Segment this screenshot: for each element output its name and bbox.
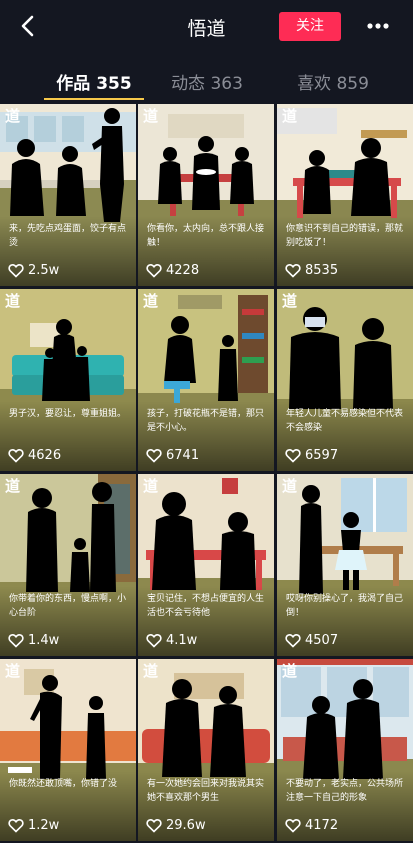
like-count: 4626	[8, 446, 61, 464]
video-thumbnail[interactable]: 道 宝贝记住，不想占便宜的人生活也不会亏待他 4.1w	[138, 474, 274, 656]
like-count-value: 6741	[166, 447, 200, 463]
heart-icon	[285, 633, 301, 648]
like-count-value: 4228	[166, 262, 200, 278]
heart-icon	[285, 818, 301, 833]
video-caption: 你既然还敢顶嘴，你错了没	[9, 779, 118, 789]
tab-bar: 作品 355 动态 363 喜欢 859	[0, 58, 413, 102]
video-thumbnail[interactable]: 道 你带着你的东西，慢点啊，小心台阶 1.4w	[0, 474, 136, 656]
like-count: 4.1w	[146, 631, 197, 649]
like-count: 4228	[146, 261, 199, 279]
like-count-value: 2.5w	[28, 262, 60, 278]
heart-icon	[285, 448, 301, 463]
tab-likes[interactable]: 喜欢 859	[282, 69, 384, 94]
heart-icon	[146, 263, 162, 278]
like-count-value: 8535	[305, 262, 339, 278]
video-caption: 你带着你的东西，慢点啊，小心台阶	[9, 594, 127, 618]
like-count-value: 4.1w	[166, 632, 198, 648]
like-count: 4172	[285, 816, 338, 834]
video-thumbnail[interactable]: 道 不要动了，老实点，公共场所注意一下自己的形象 4172	[277, 659, 413, 841]
like-count-value: 4507	[305, 632, 339, 648]
video-thumbnail[interactable]: 道 哎呀你别操心了，我渴了自己倒！ 4507	[277, 474, 413, 656]
follow-button[interactable]: 关注	[279, 12, 341, 41]
more-dots-icon[interactable]	[364, 14, 392, 38]
heart-icon	[8, 818, 24, 833]
like-count: 2.5w	[8, 261, 59, 279]
channel-logo: 道	[5, 292, 21, 310]
video-caption: 有一次她约会回来对我说其实她不喜欢那个男生	[147, 779, 265, 803]
top-bar: 悟道 关注	[0, 0, 413, 52]
heart-icon	[8, 448, 24, 463]
like-count: 4507	[285, 631, 338, 649]
channel-logo: 道	[282, 292, 298, 310]
video-thumbnail[interactable]: 道 男子汉，要忍让，尊重姐姐。 4626	[0, 289, 136, 471]
like-count-value: 1.4w	[28, 632, 60, 648]
like-count: 8535	[285, 261, 338, 279]
channel-logo: 道	[5, 662, 21, 680]
video-caption: 来，先吃点鸡蛋面，饺子有点烫	[9, 224, 127, 248]
like-count-value: 1.2w	[28, 817, 60, 833]
video-thumbnail[interactable]: 道 你既然还敢顶嘴，你错了没 1.2w	[0, 659, 136, 841]
video-thumbnail[interactable]: 道 你看你，太内向，总不跟人接触！ 4228	[138, 104, 274, 286]
heart-icon	[146, 633, 162, 648]
heart-icon	[146, 448, 162, 463]
like-count: 29.6w	[146, 816, 206, 834]
video-caption: 哎呀你别操心了，我渴了自己倒！	[286, 594, 404, 618]
heart-icon	[8, 633, 24, 648]
like-count: 1.4w	[8, 631, 59, 649]
like-count-value: 29.6w	[166, 817, 206, 833]
page-title: 悟道	[187, 18, 226, 40]
video-caption: 你意识不到自己的错误，那就别吃饭了！	[286, 224, 404, 248]
channel-logo: 道	[282, 662, 298, 680]
tab-works[interactable]: 作品 355	[44, 69, 144, 94]
heart-icon	[146, 818, 162, 833]
channel-logo: 道	[143, 662, 159, 680]
like-count-value: 4172	[305, 817, 339, 833]
channel-logo: 道	[5, 477, 21, 495]
channel-logo: 道	[143, 477, 159, 495]
video-caption: 年轻人儿童不易感染但不代表不会感染	[286, 409, 404, 433]
profile-screen: 悟道 关注 作品 355 动态 363 喜欢 859 道 来，先吃点鸡蛋面，饺子…	[0, 0, 413, 843]
video-caption: 宝贝记住，不想占便宜的人生活也不会亏待他	[147, 594, 265, 618]
heart-icon	[285, 263, 301, 278]
like-count: 1.2w	[8, 816, 59, 834]
video-caption: 你看你，太内向，总不跟人接触！	[147, 224, 265, 248]
video-caption: 不要动了，老实点，公共场所注意一下自己的形象	[286, 779, 404, 803]
video-thumbnail[interactable]: 道 有一次她约会回来对我说其实她不喜欢那个男生 29.6w	[138, 659, 274, 841]
channel-logo: 道	[282, 107, 298, 125]
channel-logo: 道	[143, 292, 159, 310]
like-count-value: 4626	[28, 447, 62, 463]
video-caption: 孩子，打破花瓶不是错，那只是不小心。	[147, 409, 265, 433]
video-thumbnail[interactable]: 道 孩子，打破花瓶不是错，那只是不小心。 6741	[138, 289, 274, 471]
video-caption: 男子汉，要忍让，尊重姐姐。	[9, 409, 127, 419]
video-thumbnail[interactable]: 道 你意识不到自己的错误，那就别吃饭了！ 8535	[277, 104, 413, 286]
channel-logo: 道	[282, 477, 298, 495]
like-count-value: 6597	[305, 447, 339, 463]
channel-logo: 道	[143, 107, 159, 125]
tab-underline	[44, 98, 144, 100]
tab-dynamics[interactable]: 动态 363	[156, 69, 258, 94]
heart-icon	[8, 263, 24, 278]
video-thumbnail[interactable]: 道 来，先吃点鸡蛋面，饺子有点烫 2.5w	[0, 104, 136, 286]
video-grid: 道 来，先吃点鸡蛋面，饺子有点烫 2.5w 道 你看你，太内向，总不跟人接触！ …	[0, 104, 413, 843]
video-thumbnail[interactable]: 道 年轻人儿童不易感染但不代表不会感染 6597	[277, 289, 413, 471]
like-count: 6597	[285, 446, 338, 464]
like-count: 6741	[146, 446, 199, 464]
channel-logo: 道	[5, 107, 21, 125]
